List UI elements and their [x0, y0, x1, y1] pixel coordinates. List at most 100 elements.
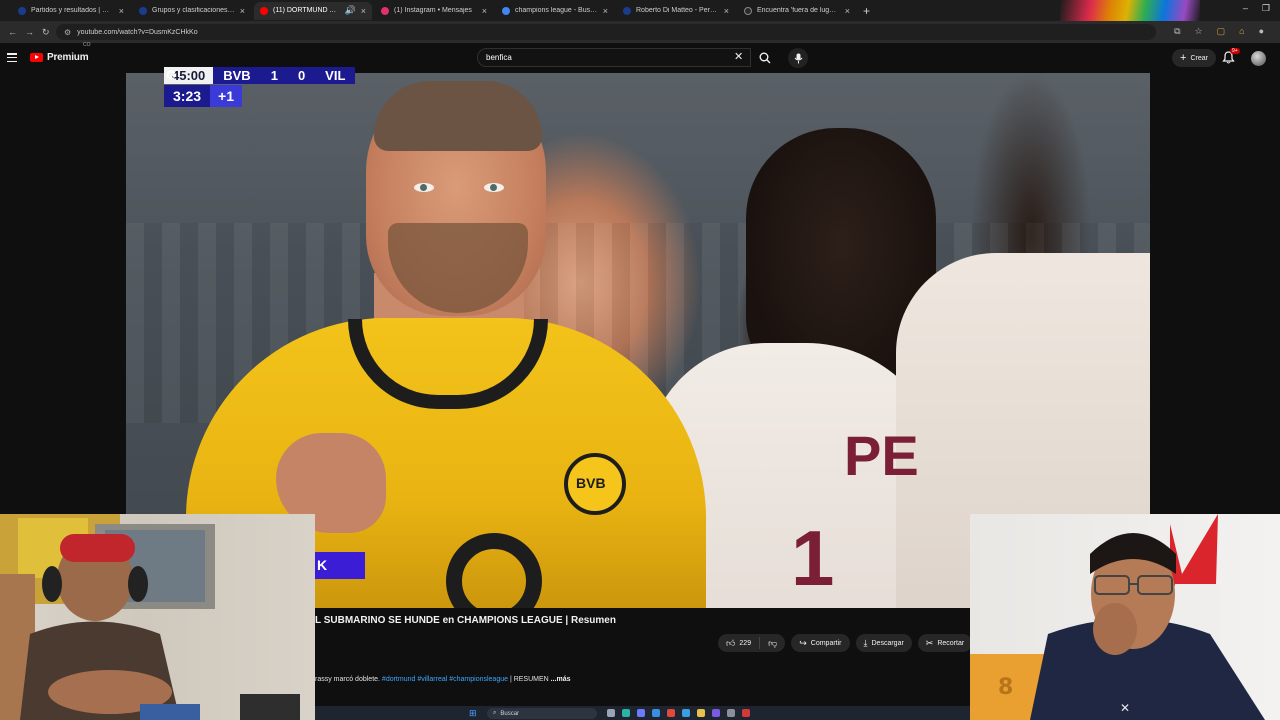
tiktok-favicon-icon — [744, 6, 752, 15]
search-input[interactable]: benfica — [477, 48, 751, 67]
browser-tab[interactable]: Partidos y resultados | UEFA Ch × — [12, 2, 130, 20]
description-text: | RESUMEN — [508, 676, 551, 683]
bookmark-star-icon[interactable]: ☆ — [1195, 26, 1203, 37]
back-icon[interactable]: ← — [8, 27, 17, 37]
share-button[interactable]: ↪ Compartir — [791, 634, 850, 652]
description-hashtags[interactable]: #dortmund #villarreal #championsleague — [382, 676, 508, 683]
close-icon[interactable]: × — [845, 6, 850, 16]
video-description[interactable]: rassy marcó doblete. #dortmund #villarre… — [315, 676, 571, 683]
create-label: Crear — [1190, 54, 1208, 62]
shirt-number: 1 — [791, 514, 835, 602]
install-icon[interactable]: ⧉ — [1174, 26, 1180, 37]
close-icon[interactable]: × — [240, 6, 245, 16]
show-more-link[interactable]: ...más — [551, 676, 571, 683]
task-view-icon[interactable] — [607, 709, 615, 717]
shirt-sponsor-letters: PE — [844, 424, 919, 487]
thumbs-down-icon: 👎︎ — [768, 637, 778, 648]
copilot-icon[interactable] — [637, 709, 645, 717]
youtube-favicon-icon — [260, 6, 268, 15]
away-team: VIL — [325, 67, 346, 83]
address-bar[interactable]: ⚙ youtube.com/watch?v=DusmKzCHkKo — [56, 24, 1156, 40]
away-score: 0 — [297, 67, 306, 83]
download-button[interactable]: ⤓ Descargar — [855, 634, 912, 652]
notification-count-badge: 9+ — [1230, 48, 1240, 54]
dislike-button[interactable]: 👎︎ — [760, 638, 785, 649]
minimize-icon[interactable]: – — [1243, 3, 1248, 14]
webcam-left-scene — [0, 514, 300, 720]
tab-title: (11) DORTMUND APLASTO — [273, 7, 340, 14]
search-icon: ⌕ — [493, 710, 497, 716]
video-actions: 👍︎ 229 👎︎ ↪ Compartir ⤓ Descargar ✂ Reco… — [718, 634, 973, 652]
player-eye — [414, 183, 434, 192]
file-explorer-icon[interactable] — [697, 709, 705, 717]
new-tab-icon[interactable]: + — [863, 4, 870, 18]
share-label: Compartir — [810, 639, 842, 647]
browser-tab[interactable]: Encuentra 'fuera de lugar de c × — [738, 2, 856, 20]
avatar[interactable] — [1251, 51, 1266, 66]
plus-icon: + — [1180, 52, 1187, 64]
url-text: youtube.com/watch?v=DusmKzCHkKo — [77, 28, 198, 36]
menu-icon[interactable] — [7, 53, 17, 62]
tab-title: Grupos y clasificaciones | UEFA — [152, 7, 235, 14]
uefa-favicon-icon — [18, 6, 26, 15]
tab-title: Encuentra 'fuera de lugar de c — [757, 7, 840, 14]
taskbar-search[interactable]: ⌕ Buscar — [487, 708, 597, 719]
profile-icon[interactable]: ● — [1259, 26, 1264, 37]
discord-icon[interactable] — [712, 709, 720, 717]
edge-icon[interactable] — [622, 709, 630, 717]
video-title: L SUBMARINO SE HUNDE en CHAMPIONS LEAGUE… — [315, 615, 616, 626]
close-icon[interactable]: × — [119, 6, 124, 16]
search-button[interactable] — [752, 48, 778, 67]
description-text: rassy marcó doblete. — [315, 676, 382, 683]
photos-icon[interactable] — [682, 709, 690, 717]
close-icon[interactable]: × — [361, 6, 366, 16]
thumbs-up-icon: 👍︎ — [726, 637, 736, 648]
browser-tab-strip: Partidos y resultados | UEFA Ch × Grupos… — [0, 0, 1280, 21]
site-info-icon[interactable]: ⚙ — [64, 28, 71, 37]
restore-icon[interactable]: ❐ — [1262, 3, 1270, 14]
windows-start-icon[interactable]: ⊞ — [469, 708, 477, 719]
search-icon — [759, 52, 771, 63]
youtube-logo[interactable]: Premium — [30, 52, 89, 63]
svg-text:✕: ✕ — [1120, 701, 1130, 715]
home-team: BVB — [223, 67, 251, 83]
create-button[interactable]: + Crear — [1172, 49, 1216, 67]
browser-tab[interactable]: (1) Instagram • Mensajes × — [375, 2, 493, 20]
record-icon[interactable] — [742, 709, 750, 717]
clip-button[interactable]: ✂ Recortar — [917, 634, 973, 652]
forward-icon[interactable]: → — [25, 27, 34, 37]
taskbar-apps — [607, 709, 750, 717]
svg-text:8: 8 — [998, 675, 1013, 700]
download-icon: ⤓ — [863, 637, 868, 648]
speaker-icon[interactable]: 🔊 — [345, 5, 356, 16]
voice-search-button[interactable] — [788, 48, 808, 68]
extension-icon[interactable]: ⌂ — [1239, 26, 1244, 37]
webcam-left — [0, 514, 315, 720]
reload-icon[interactable]: ↻ — [42, 27, 50, 38]
browser-tab[interactable]: Grupos y clasificaciones | UEFA × — [133, 2, 251, 20]
windows-taskbar: ⊞ ⌕ Buscar — [315, 706, 970, 720]
chrome-icon[interactable] — [667, 709, 675, 717]
share-icon: ↪ — [799, 637, 807, 648]
player-hair — [374, 81, 542, 151]
browser-actions: ⧉ ☆ ▢ ⌂ ● — [1174, 26, 1264, 37]
taskbar-search-label: Buscar — [500, 710, 520, 717]
like-button[interactable]: 👍︎ 229 — [718, 637, 761, 649]
extension-icon[interactable]: ▢ — [1217, 26, 1226, 37]
settings-icon[interactable] — [727, 709, 735, 717]
clear-search-icon[interactable]: ✕ — [734, 50, 743, 63]
close-icon[interactable]: × — [482, 6, 487, 16]
added-time-plus: +1 — [210, 85, 242, 107]
scissors-icon: ✂ — [925, 637, 934, 648]
browser-tab[interactable]: Roberto Di Matteo - Perfil de × — [617, 2, 735, 20]
match-scoreboard: 45:00 BVB 1 0 VIL — [164, 66, 356, 84]
tab-title: Partidos y resultados | UEFA Ch — [31, 7, 114, 14]
store-icon[interactable] — [652, 709, 660, 717]
browser-tab[interactable]: champions league - Buscar con × — [496, 2, 614, 20]
close-icon[interactable]: × — [603, 6, 608, 16]
close-icon[interactable]: × — [724, 6, 729, 16]
browser-tab-active[interactable]: (11) DORTMUND APLASTO 🔊 × — [254, 1, 372, 20]
pride-theme-decoration — [1060, 0, 1200, 21]
window-controls: – ❐ — [1243, 3, 1270, 14]
home-score: 1 — [270, 67, 278, 83]
